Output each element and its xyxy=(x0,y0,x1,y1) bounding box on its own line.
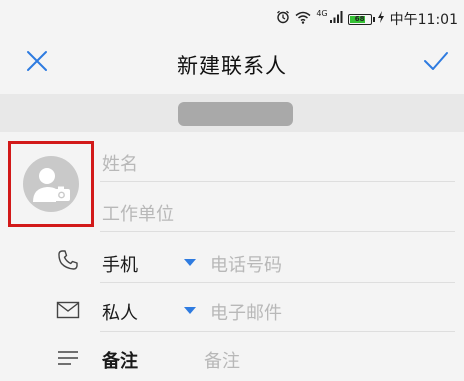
company-input[interactable]: 工作单位 xyxy=(102,200,174,226)
add-photo-button[interactable] xyxy=(8,141,94,227)
dropdown-caret-icon[interactable] xyxy=(184,259,196,266)
divider xyxy=(100,331,455,332)
network-type: 4G xyxy=(316,8,328,18)
notes-icon xyxy=(54,344,82,372)
alarm-icon xyxy=(276,10,290,28)
phone-icon xyxy=(54,246,82,274)
wifi-icon xyxy=(295,11,311,28)
email-type-label[interactable]: 私人 xyxy=(102,299,138,325)
status-icons: 4G 68 中午11:01 xyxy=(276,8,458,28)
page-title: 新建联系人 xyxy=(177,54,287,78)
check-icon xyxy=(423,51,449,75)
avatar-camera-icon xyxy=(23,156,79,212)
divider xyxy=(100,282,455,283)
clock-time: 中午11:01 xyxy=(389,12,458,28)
status-bar: 4G 68 中午11:01 xyxy=(0,0,464,36)
save-button[interactable] xyxy=(418,48,454,78)
phone-input[interactable]: 电话号码 xyxy=(210,251,282,277)
divider xyxy=(100,181,455,182)
signal-icon xyxy=(329,11,343,27)
email-input[interactable]: 电子邮件 xyxy=(210,299,282,325)
mail-icon xyxy=(54,296,82,324)
name-input[interactable]: 姓名 xyxy=(102,150,138,176)
divider xyxy=(100,231,455,232)
note-input[interactable]: 备注 xyxy=(204,347,240,373)
charging-icon xyxy=(377,11,385,27)
note-label: 备注 xyxy=(102,351,138,372)
account-selector[interactable] xyxy=(178,102,293,126)
phone-type-label[interactable]: 手机 xyxy=(102,251,138,277)
battery-icon: 68 xyxy=(347,13,375,25)
battery-level: 68 xyxy=(354,14,365,23)
dropdown-caret-icon[interactable] xyxy=(184,307,196,314)
